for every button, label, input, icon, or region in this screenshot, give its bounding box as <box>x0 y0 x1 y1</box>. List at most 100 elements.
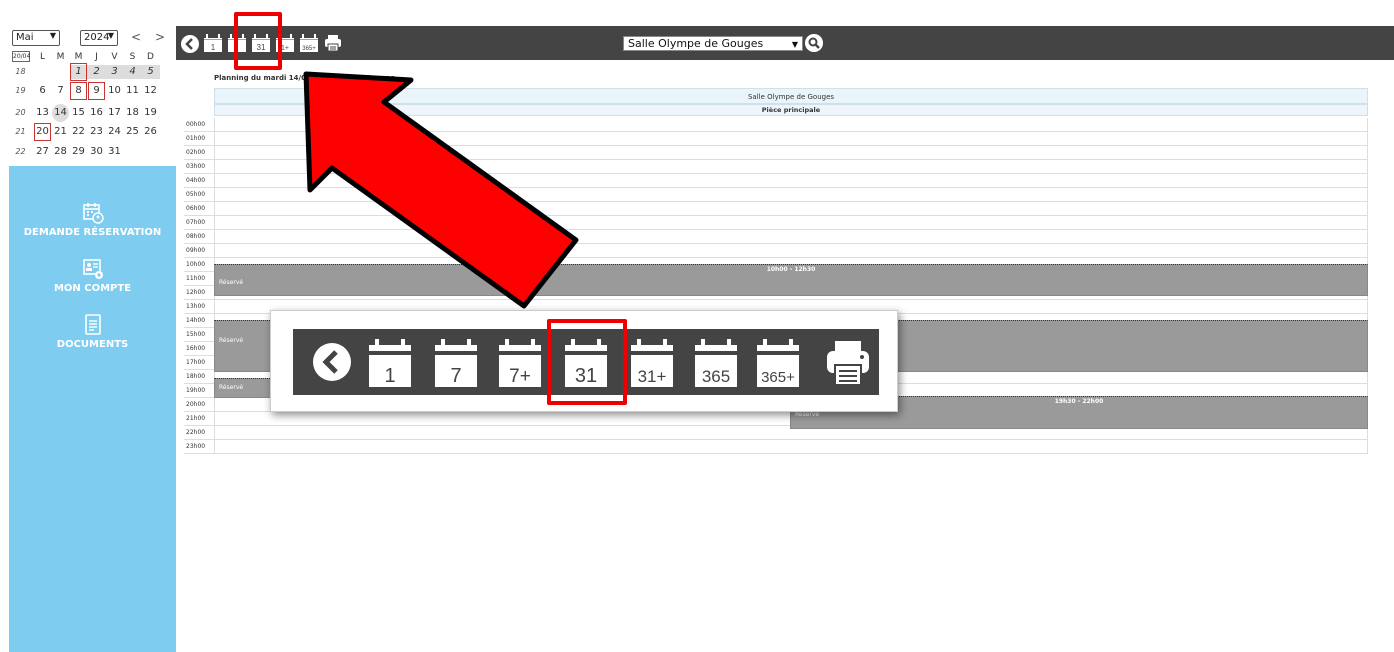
menu-reservation[interactable]: DEMANDE RÉSERVATION <box>9 202 176 238</box>
month-value: Mai <box>16 32 34 43</box>
hour-label: 17h00 <box>186 359 206 366</box>
zoom-label: 365 <box>702 367 730 386</box>
sidebar: Mai ▼ 2024 ▼ < > 20/04 L M M J V S D 18 1 … <box>0 0 176 652</box>
year-select[interactable]: 2024 ▼ <box>80 30 118 46</box>
hour-label: 03h00 <box>186 163 206 170</box>
calendar-day[interactable]: 18 <box>124 104 141 122</box>
calendar-day[interactable]: 22 <box>70 123 87 141</box>
calendar-day[interactable]: 3 <box>106 63 123 81</box>
back-icon[interactable] <box>180 34 200 54</box>
calendar-day[interactable]: 9 <box>88 82 105 100</box>
calendar-year-icon[interactable]: 365 <box>693 337 739 389</box>
calendar-day[interactable]: 1 <box>70 63 87 81</box>
next-month-button[interactable]: > <box>155 30 165 44</box>
week-number: 19 <box>15 86 26 95</box>
hour-label: 21h00 <box>186 415 206 422</box>
calendar-week-row: 19 6 7 8 9 10 11 12 <box>12 82 172 100</box>
hour-label: 22h00 <box>186 429 206 436</box>
calendar-day[interactable]: 11 <box>124 82 141 100</box>
hour-label: 10h00 <box>186 261 206 268</box>
hour-cell[interactable] <box>214 440 1368 454</box>
calendar-day[interactable]: 5 <box>142 63 159 81</box>
hour-label: 16h00 <box>186 345 206 352</box>
calendar-week-icon[interactable]: 7 <box>433 337 479 389</box>
toolbar-zoom-popup: 1 7 7+ 31 31+ 365 365+ <box>270 310 898 412</box>
calendar-day[interactable]: 21 <box>52 123 69 141</box>
calendar-day[interactable]: 12 <box>142 82 159 100</box>
calendar-day[interactable]: 6 <box>34 82 51 100</box>
hour-label: 05h00 <box>186 191 206 198</box>
calendar-year-plus-icon[interactable]: 365+ <box>299 34 319 53</box>
document-icon <box>84 314 101 335</box>
hour-label: 11h00 <box>186 275 206 282</box>
chevron-down-icon: ▼ <box>49 31 56 40</box>
account-settings-icon <box>82 259 103 279</box>
calendar-year-plus-icon[interactable]: 365+ <box>755 337 801 389</box>
calendar-week-plus-icon[interactable]: 7+ <box>497 337 543 389</box>
event-status: Réservé <box>795 411 820 418</box>
calendar-month-plus-icon[interactable]: 31+ <box>629 337 675 389</box>
calendar-day[interactable]: 17 <box>106 104 123 122</box>
calendar-day[interactable]: 2 <box>88 63 105 81</box>
calendar-day[interactable]: 24 <box>106 123 123 141</box>
hour-label: 14h00 <box>186 317 206 324</box>
zoom-label: 365+ <box>761 369 795 386</box>
calendar-day[interactable]: 23 <box>88 123 105 141</box>
prev-month-button[interactable]: < <box>131 30 141 44</box>
calendar-day[interactable]: 30 <box>88 143 105 161</box>
calendar-day[interactable]: 4 <box>124 63 141 81</box>
week-number: 20 <box>15 108 26 117</box>
zoom-label: 1 <box>384 365 395 387</box>
hour-label: 23h00 <box>186 443 206 450</box>
calendar-day[interactable]: 29 <box>70 143 87 161</box>
hour-row: 23h00 <box>184 440 1368 454</box>
back-icon[interactable] <box>311 341 353 383</box>
hour-label: 01h00 <box>186 135 206 142</box>
calendar-week-row: 22 27 28 29 30 31 <box>12 143 172 161</box>
hour-label: 06h00 <box>186 205 206 212</box>
month-select[interactable]: Mai ▼ <box>12 30 60 46</box>
hour-label: 04h00 <box>186 177 206 184</box>
calendar-day[interactable]: 15 <box>70 104 87 122</box>
calendar-day-selected[interactable]: 14 <box>52 104 69 122</box>
side-menu: DEMANDE RÉSERVATION MON COMPTE DOCUMENTS <box>9 166 176 652</box>
hour-label: 08h00 <box>186 233 206 240</box>
zoom-label: 7 <box>450 365 461 387</box>
calendar-day-label: 1 <box>211 43 216 52</box>
calendar-day[interactable]: 10 <box>106 82 123 100</box>
event-status: Réservé <box>219 337 244 344</box>
calendar-day-icon[interactable]: 1 <box>367 337 413 389</box>
hour-label: 13h00 <box>186 303 206 310</box>
hour-label: 12h00 <box>186 289 206 296</box>
menu-documents[interactable]: DOCUMENTS <box>9 314 176 350</box>
calendar-week-row: 18 1 2 3 4 5 <box>12 63 172 81</box>
hour-label: 02h00 <box>186 149 206 156</box>
toolbar: 1 31 1+ 365+ Salle Olympe de Gouges ▼ <box>176 26 1394 60</box>
menu-documents-label: DOCUMENTS <box>56 339 129 350</box>
print-icon[interactable] <box>825 339 871 387</box>
calendar-day-icon[interactable]: 1 <box>203 34 223 53</box>
event-block[interactable]: Réservé <box>214 378 274 398</box>
mini-calendar: Mai ▼ 2024 ▼ < > 20/04 L M M J V S D 18 1 … <box>0 0 176 166</box>
calendar-day[interactable]: 31 <box>106 143 123 161</box>
calendar-day[interactable]: 16 <box>88 104 105 122</box>
calendar-day[interactable]: 27 <box>34 143 51 161</box>
search-icon[interactable] <box>805 34 823 52</box>
week-number: 22 <box>15 147 26 156</box>
calendar-day[interactable]: 7 <box>52 82 69 100</box>
calendar-year-plus-label: 365+ <box>302 46 316 52</box>
hour-label: 18h00 <box>186 373 206 380</box>
calendar-user-icon <box>82 203 104 224</box>
menu-account[interactable]: MON COMPTE <box>9 258 176 294</box>
calendar-day[interactable]: 26 <box>142 123 159 141</box>
calendar-day[interactable]: 19 <box>142 104 159 122</box>
hour-label: 07h00 <box>186 219 206 226</box>
hour-label: 00h00 <box>186 121 206 128</box>
calendar-day[interactable]: 13 <box>34 104 51 122</box>
room-select[interactable]: Salle Olympe de Gouges ▼ <box>623 36 803 51</box>
calendar-day[interactable]: 25 <box>124 123 141 141</box>
calendar-day[interactable]: 20 <box>34 123 51 141</box>
print-icon[interactable] <box>324 34 342 52</box>
calendar-day[interactable]: 28 <box>52 143 69 161</box>
calendar-day[interactable]: 8 <box>70 82 87 100</box>
